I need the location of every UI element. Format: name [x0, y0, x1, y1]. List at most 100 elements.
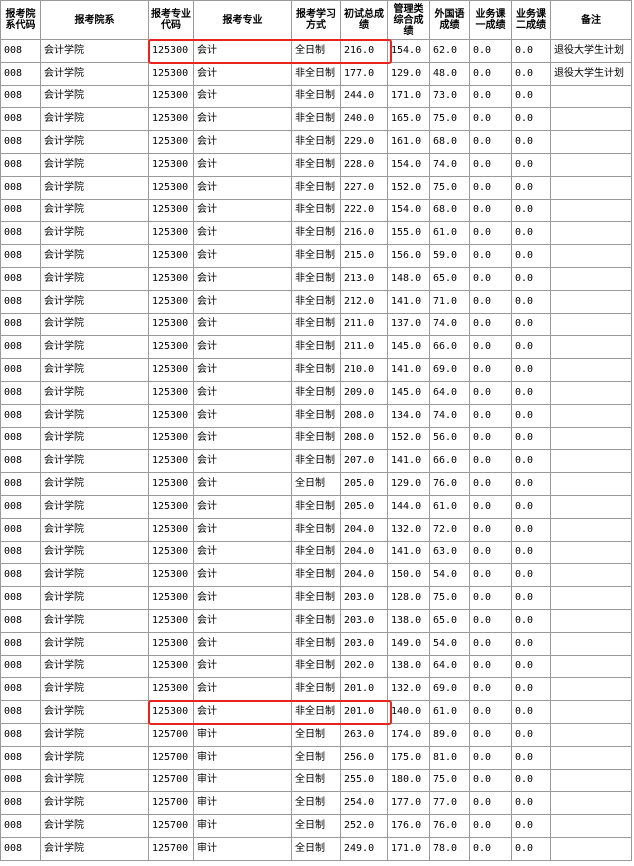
cell-management-score: 141.0: [387, 358, 430, 382]
cell-foreign-language: 77.0: [429, 791, 470, 816]
cell-subject-one: 0.0: [469, 152, 512, 177]
cell-dept-code: 008: [0, 426, 41, 451]
cell-dept-code: 008: [0, 221, 41, 246]
cell-dept: 会计学院: [40, 358, 149, 382]
table-row: 008 会计学院 125300 会计 非全日制 201.0 140.0 61.0 0.0 0.0: [0, 700, 632, 724]
cell-foreign-language: 74.0: [429, 152, 470, 177]
cell-management-score: 134.0: [387, 403, 430, 428]
cell-dept-code: 008: [0, 677, 41, 702]
cell-subject-two: 0.0: [511, 631, 551, 656]
cell-major: 会计: [193, 358, 292, 382]
cell-major-code: 125300: [148, 39, 194, 63]
cell-foreign-language: 73.0: [429, 84, 470, 109]
cell-foreign-language: 75.0: [429, 107, 470, 132]
cell-dept: 会计学院: [40, 814, 149, 838]
cell-major-code: 125300: [148, 494, 194, 519]
cell-remarks: [550, 152, 632, 177]
cell-management-score: 161.0: [387, 130, 430, 154]
cell-foreign-language: 68.0: [429, 130, 470, 154]
cell-major: 会计: [193, 380, 292, 405]
cell-subject-one: 0.0: [469, 768, 512, 793]
cell-dept: 会计学院: [40, 472, 149, 496]
cell-study-mode: 非全日制: [291, 221, 341, 246]
cell-study-mode: 非全日制: [291, 198, 341, 223]
cell-dept: 会计学院: [40, 631, 149, 656]
cell-dept-code: 008: [0, 358, 41, 382]
cell-management-score: 145.0: [387, 335, 430, 360]
table-row: 008 会计学院 125300 会计 非全日制 203.0 138.0 65.0 0.0 0.0: [0, 608, 632, 633]
cell-total-score: 244.0: [340, 84, 388, 109]
cell-management-score: 137.0: [387, 312, 430, 337]
cell-total-score: 256.0: [340, 745, 388, 770]
cell-subject-two: 0.0: [511, 175, 551, 200]
cell-major: 会计: [193, 61, 292, 86]
cell-subject-one: 0.0: [469, 84, 512, 109]
cell-foreign-language: 72.0: [429, 517, 470, 542]
cell-major-code: 125300: [148, 608, 194, 633]
cell-subject-one: 0.0: [469, 403, 512, 428]
cell-dept: 会计学院: [40, 39, 149, 63]
table-row: 008 会计学院 125300 会计 全日制 216.0 154.0 62.0 0.0 0.0 退役…: [0, 39, 632, 63]
cell-study-mode: 非全日制: [291, 540, 341, 565]
cell-foreign-language: 56.0: [429, 426, 470, 451]
cell-dept: 会计学院: [40, 700, 149, 724]
cell-foreign-language: 65.0: [429, 266, 470, 291]
cell-management-score: 150.0: [387, 563, 430, 588]
cell-major: 会计: [193, 289, 292, 314]
cell-management-score: 156.0: [387, 244, 430, 268]
table-row: 008 会计学院 125300 会计 非全日制 203.0 128.0 75.0 0.0 0.0: [0, 586, 632, 610]
cell-major-code: 125300: [148, 61, 194, 86]
cell-foreign-language: 89.0: [429, 722, 470, 747]
cell-subject-two: 0.0: [511, 722, 551, 747]
cell-dept: 会计学院: [40, 130, 149, 154]
cell-major-code: 125300: [148, 289, 194, 314]
cell-remarks: [550, 745, 632, 770]
cell-management-score: 177.0: [387, 791, 430, 816]
cell-subject-two: 0.0: [511, 563, 551, 588]
table-row: 008 会计学院 125300 会计 非全日制 177.0 129.0 48.0 0.0 0.0 退…: [0, 61, 632, 86]
cell-total-score: 227.0: [340, 175, 388, 200]
cell-foreign-language: 61.0: [429, 700, 470, 724]
cell-dept: 会计学院: [40, 540, 149, 565]
table-row: 008 会计学院 125300 会计 非全日制 208.0 134.0 74.0 0.0 0.0: [0, 403, 632, 428]
cell-major: 会计: [193, 426, 292, 451]
cell-subject-one: 0.0: [469, 266, 512, 291]
cell-major: 会计: [193, 312, 292, 337]
cell-dept: 会计学院: [40, 426, 149, 451]
cell-foreign-language: 69.0: [429, 358, 470, 382]
cell-major-code: 125300: [148, 198, 194, 223]
cell-major: 会计: [193, 654, 292, 679]
cell-remarks: [550, 631, 632, 656]
cell-management-score: 165.0: [387, 107, 430, 132]
column-header-total-score: 初试总成绩: [340, 0, 388, 40]
cell-major: 会计: [193, 198, 292, 223]
cell-subject-two: 0.0: [511, 130, 551, 154]
cell-study-mode: 全日制: [291, 768, 341, 793]
cell-foreign-language: 64.0: [429, 380, 470, 405]
table-row: 008 会计学院 125300 会计 非全日制 227.0 152.0 75.0 0.0 0.0: [0, 175, 632, 200]
cell-subject-one: 0.0: [469, 563, 512, 588]
cell-subject-one: 0.0: [469, 654, 512, 679]
cell-subject-one: 0.0: [469, 814, 512, 838]
cell-subject-two: 0.0: [511, 426, 551, 451]
cell-foreign-language: 65.0: [429, 608, 470, 633]
table-row: 008 会计学院 125300 会计 非全日制 209.0 145.0 64.0 0.0 0.0: [0, 380, 632, 405]
cell-dept: 会计学院: [40, 198, 149, 223]
cell-subject-one: 0.0: [469, 631, 512, 656]
cell-study-mode: 全日制: [291, 745, 341, 770]
cell-subject-one: 0.0: [469, 107, 512, 132]
cell-remarks: [550, 700, 632, 724]
cell-dept-code: 008: [0, 540, 41, 565]
cell-major: 会计: [193, 700, 292, 724]
cell-foreign-language: 63.0: [429, 540, 470, 565]
cell-subject-two: 0.0: [511, 540, 551, 565]
cell-major: 审计: [193, 814, 292, 838]
cell-total-score: 201.0: [340, 677, 388, 702]
cell-remarks: [550, 608, 632, 633]
cell-foreign-language: 74.0: [429, 403, 470, 428]
cell-total-score: 203.0: [340, 586, 388, 610]
cell-remarks: [550, 814, 632, 838]
cell-dept: 会计学院: [40, 677, 149, 702]
cell-major-code: 125300: [148, 130, 194, 154]
cell-dept: 会计学院: [40, 791, 149, 816]
